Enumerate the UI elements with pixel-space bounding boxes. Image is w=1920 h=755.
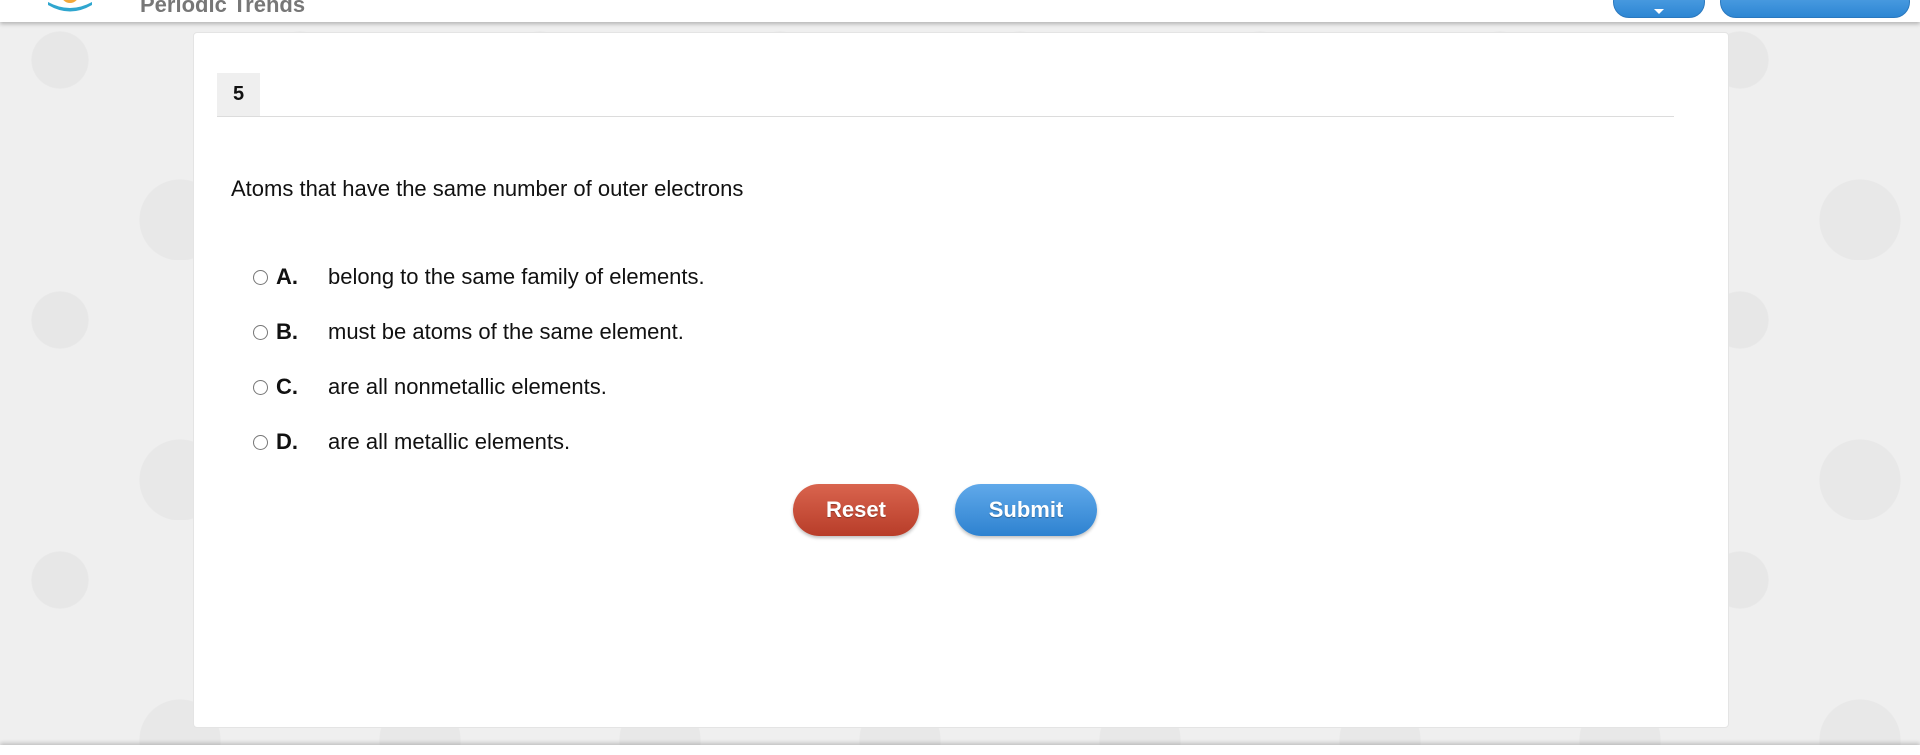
choice-letter: D. [276,429,298,454]
header-dropdown-button[interactable] [1613,0,1705,18]
choice-a[interactable]: A. belong to the same family of elements… [253,262,705,292]
bottom-bar [0,745,1920,755]
chevron-down-icon [1654,9,1664,14]
top-bar: Periodic Trends [0,0,1920,22]
choice-text: must be atoms of the same element. [328,319,684,344]
choice-text: are all nonmetallic elements. [328,374,607,399]
sun-logo-icon [48,0,92,12]
choice-b[interactable]: B. must be atoms of the same element. [253,317,684,347]
question-card: 5 Atoms that have the same number of out… [193,32,1729,728]
choice-text: are all metallic elements. [328,429,571,454]
reset-button[interactable]: Reset [793,484,919,536]
radio-button[interactable] [253,269,268,285]
submit-button[interactable]: Submit [955,484,1097,536]
choice-text: belong to the same family of elements. [328,264,705,289]
radio-button[interactable] [253,379,268,395]
choice-letter: B. [276,319,298,344]
choice-d[interactable]: D. are all metallic elements. [253,427,570,457]
header-action-button[interactable] [1720,0,1910,18]
choice-letter: A. [276,264,298,289]
question-prompt: Atoms that have the same number of outer… [231,176,744,201]
choice-c[interactable]: C. are all nonmetallic elements. [253,372,607,402]
choice-letter: C. [276,374,298,399]
radio-button[interactable] [253,434,268,450]
divider [217,116,1674,117]
app-title: Periodic Trends [140,0,306,17]
question-number: 5 [217,73,260,116]
radio-button[interactable] [253,324,268,340]
